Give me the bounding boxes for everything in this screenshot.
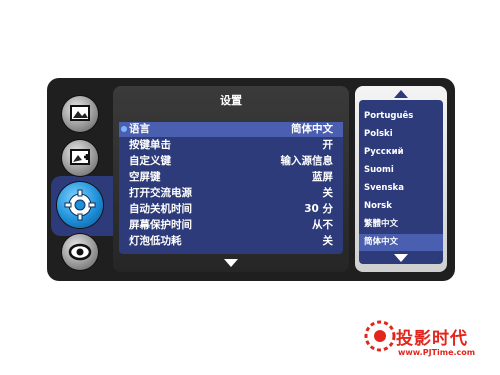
watermark-name: 投影时代 bbox=[396, 329, 468, 349]
language-option[interactable]: 繁體中文 bbox=[359, 216, 443, 233]
language-option[interactable]: Русский bbox=[359, 144, 443, 161]
language-option[interactable]: Português bbox=[359, 108, 443, 125]
menu-item-label: 屏幕保护时间 bbox=[129, 219, 192, 231]
menu-item-value: 关 bbox=[322, 235, 334, 247]
selection-bullet-icon bbox=[121, 126, 127, 132]
menu-item-value: 简体中文 bbox=[291, 123, 333, 135]
scroll-down-arrow-icon[interactable] bbox=[394, 254, 408, 262]
language-option[interactable]: Polski bbox=[359, 126, 443, 143]
language-option[interactable]: Svenska bbox=[359, 180, 443, 197]
language-option[interactable]: Suomi bbox=[359, 162, 443, 179]
menu-item-key-click[interactable]: 按键单击 开 bbox=[119, 138, 343, 153]
menu-item-value: 30 分 bbox=[304, 203, 333, 215]
menu-item-label: 自定义键 bbox=[129, 155, 171, 167]
menu-item-language[interactable]: 语言 简体中文 bbox=[119, 122, 343, 137]
language-option-selected[interactable]: 简体中文 bbox=[359, 234, 443, 251]
menu-item-blank-key[interactable]: 空屏键 蓝屏 bbox=[119, 170, 343, 185]
settings-gear-icon[interactable] bbox=[57, 182, 103, 228]
menu-item-lamp-low-power[interactable]: 灯泡低功耗 关 bbox=[119, 234, 343, 249]
menu-item-label: 自动关机时间 bbox=[129, 203, 192, 215]
menu-item-auto-off[interactable]: 自动关机时间 30 分 bbox=[119, 202, 343, 217]
logo-mark-icon bbox=[364, 320, 396, 352]
menu-item-label: 空屏键 bbox=[129, 171, 161, 183]
watermark-url: www.PJTime.com bbox=[398, 348, 476, 357]
language-list: Português Polski Русский Suomi Svenska N… bbox=[359, 100, 443, 264]
menu-item-value: 蓝屏 bbox=[312, 171, 333, 183]
menu-item-label: 打开交流电源 bbox=[129, 187, 192, 199]
language-option[interactable]: Norsk bbox=[359, 198, 443, 215]
menu-item-label: 灯泡低功耗 bbox=[129, 235, 182, 247]
eye-icon[interactable] bbox=[62, 234, 98, 270]
language-dropdown: Português Polski Русский Suomi Svenska N… bbox=[355, 86, 447, 272]
menu-item-label: 语言 bbox=[129, 123, 150, 135]
scroll-down-arrow-icon[interactable] bbox=[224, 259, 238, 267]
menu-item-custom-key[interactable]: 自定义键 输入源信息 bbox=[119, 154, 343, 169]
menu-list: 语言 简体中文 按键单击 开 自定义键 输入源信息 空屏键 蓝屏 打开交流电源 … bbox=[119, 122, 343, 254]
menu-item-value: 关 bbox=[322, 187, 334, 199]
settings-menu-panel: 设置 语言 简体中文 按键单击 开 自定义键 输入源信息 空屏键 蓝屏 打开交流… bbox=[113, 86, 349, 272]
scroll-up-arrow-icon[interactable] bbox=[394, 90, 408, 98]
menu-item-value: 输入源信息 bbox=[280, 155, 334, 167]
sidebar bbox=[47, 78, 117, 281]
menu-item-label: 按键单击 bbox=[129, 139, 171, 151]
picture-icon[interactable] bbox=[62, 96, 98, 132]
watermark-logo: 投影时代 www.PJTime.com bbox=[360, 318, 490, 368]
menu-item-screensaver[interactable]: 屏幕保护时间 从不 bbox=[119, 218, 343, 233]
projector-osd: 设置 语言 简体中文 按键单击 开 自定义键 输入源信息 空屏键 蓝屏 打开交流… bbox=[47, 78, 455, 281]
menu-item-ac-power-on[interactable]: 打开交流电源 关 bbox=[119, 186, 343, 201]
menu-item-value: 开 bbox=[322, 139, 334, 151]
menu-item-value: 从不 bbox=[312, 219, 333, 231]
picture-plus-icon[interactable] bbox=[62, 140, 98, 176]
menu-title: 设置 bbox=[220, 94, 242, 107]
